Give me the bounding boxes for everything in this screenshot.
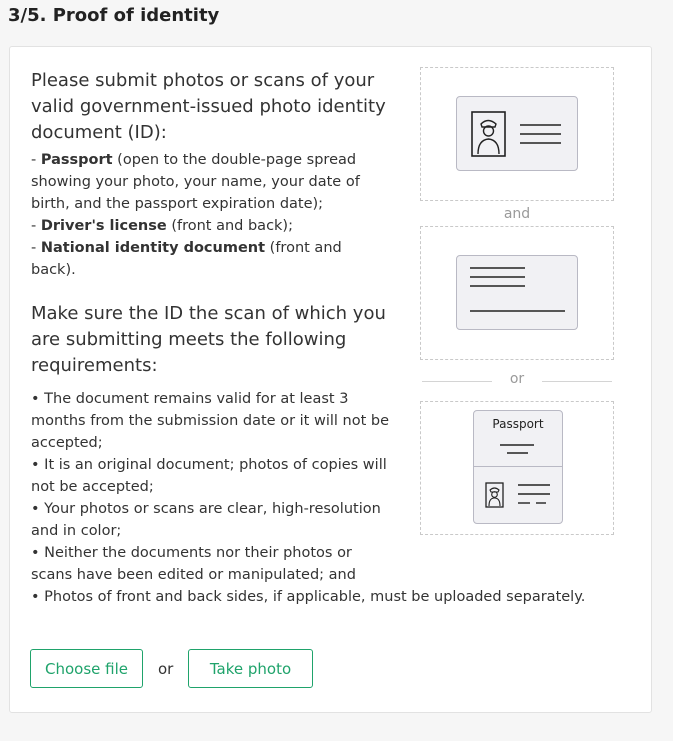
document-type-note: (front and back); xyxy=(166,218,293,234)
document-type-name: National identity document xyxy=(40,240,266,256)
passport-icon: Passport xyxy=(473,410,563,524)
requirement-item: • Photos of front and back sides, if app… xyxy=(31,589,586,605)
requirement-item: • Your photos or scans are clear, high-r… xyxy=(31,501,381,539)
take-photo-button[interactable]: Take photo xyxy=(188,649,313,688)
passport-page-divider xyxy=(474,466,562,467)
upload-or-label: or xyxy=(158,660,174,678)
or-divider-right xyxy=(542,381,612,382)
document-type-item: - National identity document (front and … xyxy=(31,240,342,278)
requirement-item: • It is an original document; photos of … xyxy=(31,457,387,495)
document-type-item: - Passport (open to the double-page spre… xyxy=(31,152,360,212)
id-front-illustration xyxy=(420,67,614,201)
document-type-item: - Driver's license (front and back); xyxy=(31,218,293,234)
id-card-front-icon xyxy=(456,96,578,171)
id-back-illustration xyxy=(420,226,614,360)
requirement-item: • The document remains valid for at leas… xyxy=(31,391,389,451)
passport-illustration: Passport xyxy=(420,401,614,535)
id-card-back-icon xyxy=(456,255,578,330)
document-type-name: Passport xyxy=(40,152,113,168)
page-title: 3/5. Proof of identity xyxy=(8,5,220,26)
intro-text: Please submit photos or scans of your va… xyxy=(31,70,386,143)
and-separator: and xyxy=(503,206,531,222)
document-type-name: Driver's license xyxy=(40,218,167,234)
requirements-intro: Make sure the ID the scan of which you a… xyxy=(31,303,386,376)
requirement-item: • Neither the documents nor their photos… xyxy=(31,545,356,583)
choose-file-button[interactable]: Choose file xyxy=(30,649,143,688)
document-type-list: - Passport (open to the double-page spre… xyxy=(31,149,391,281)
or-separator: or xyxy=(509,371,525,387)
proof-of-identity-card: Please submit photos or scans of your va… xyxy=(9,46,652,713)
